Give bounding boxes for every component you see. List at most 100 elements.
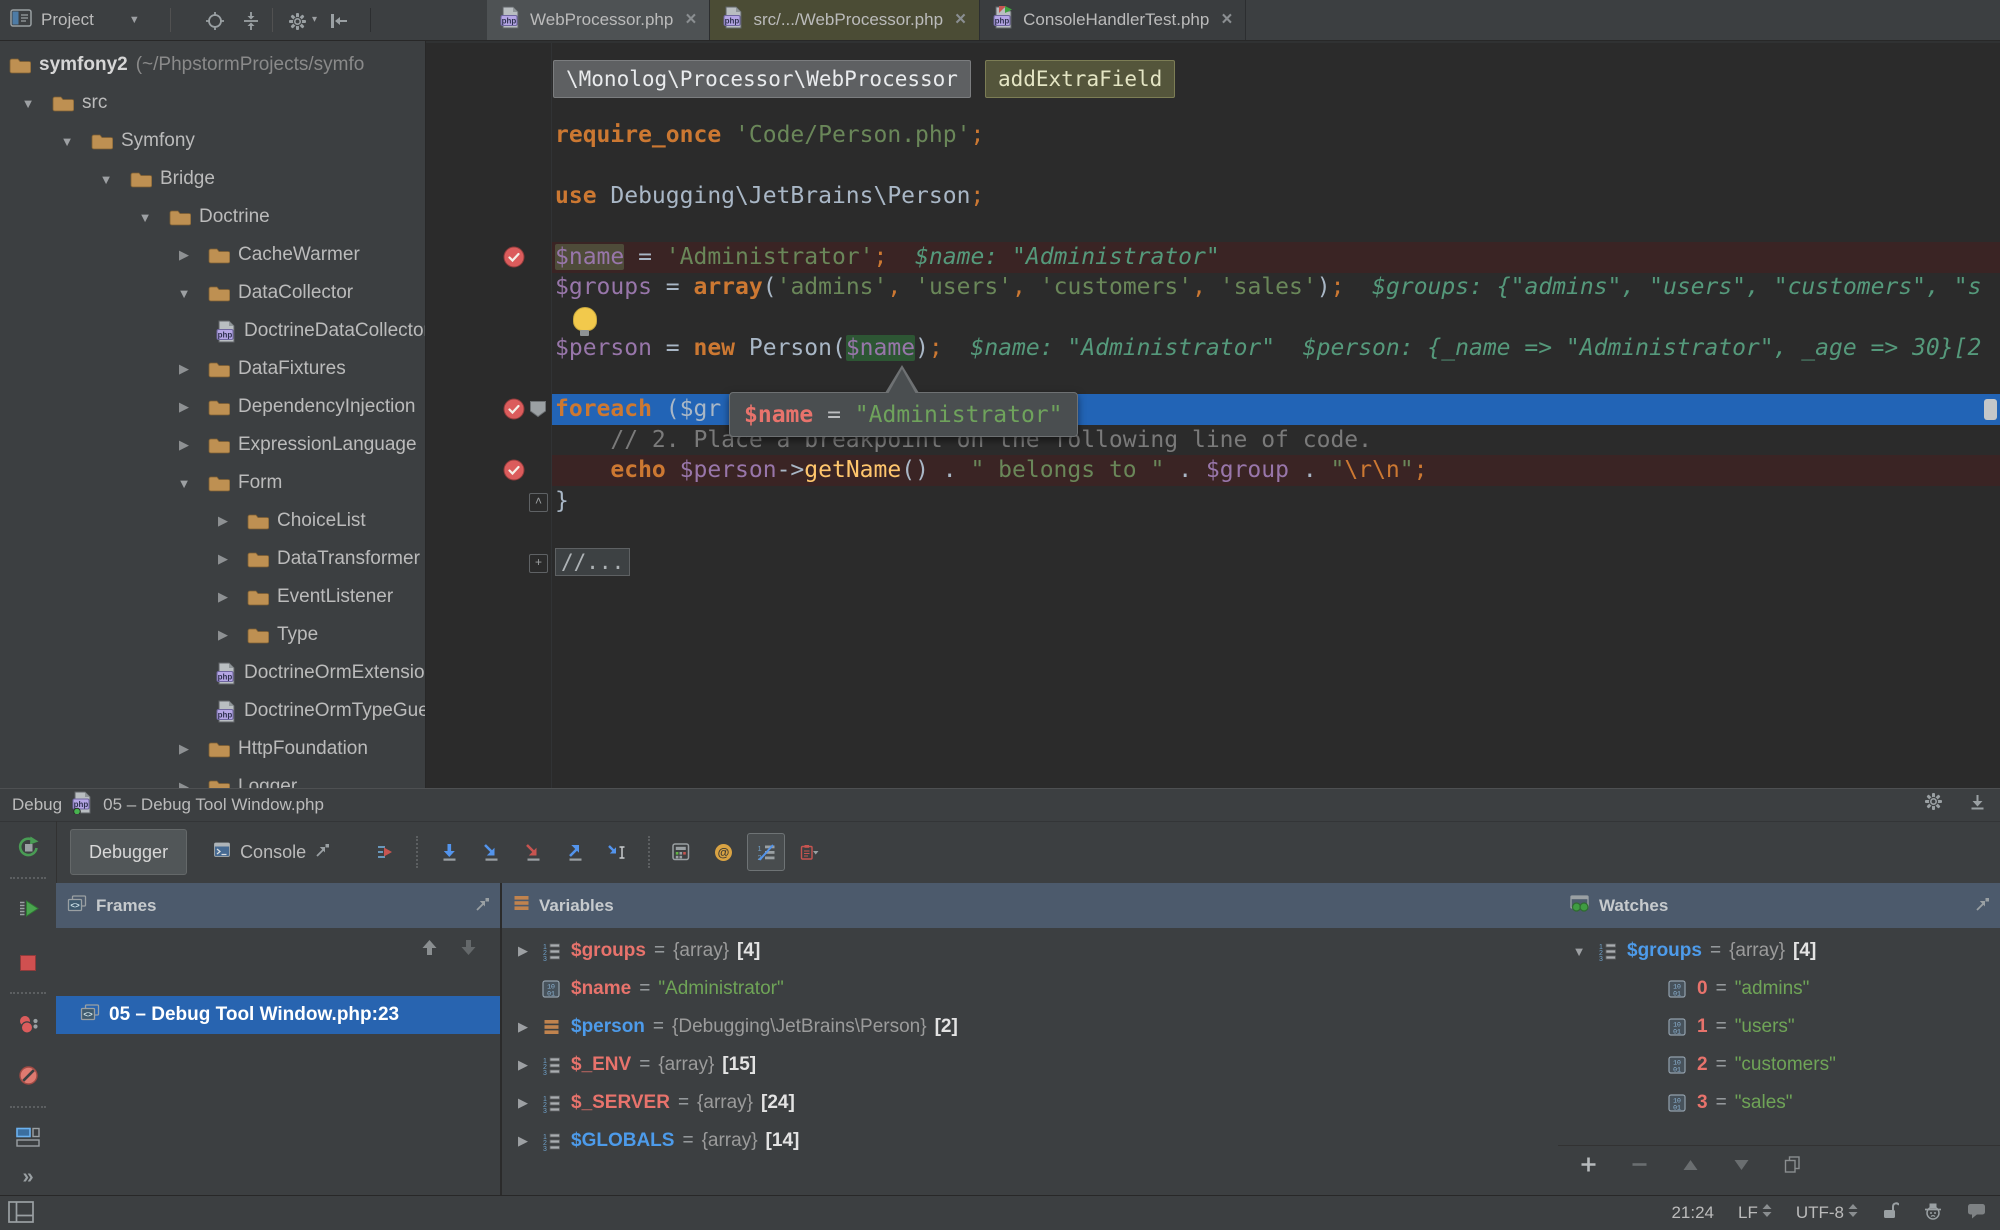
variable-row[interactable]: ▶ 1 2 3 $_SERVER = {array} [24] <box>502 1084 1612 1122</box>
next-frame-icon[interactable] <box>459 938 478 962</box>
show-execution-point-button[interactable] <box>367 834 403 870</box>
breadcrumb-class-chip[interactable]: \Monolog\Processor\WebProcessor <box>553 60 971 98</box>
editor-tab[interactable]: php src/.../WebProcessor.php × <box>710 0 981 40</box>
inline-values-toggle[interactable]: 12 <box>747 833 786 871</box>
project-tool-window-button[interactable]: Project ▼ <box>10 0 140 40</box>
chevron-collapsed-icon[interactable]: ▶ <box>169 437 199 453</box>
watch-row[interactable]: 10 01 0 = "admins" <box>1558 970 2000 1008</box>
variable-row[interactable]: ▶ 1 2 3 $_ENV = {array} [15] <box>502 1046 1612 1084</box>
duplicate-watch-button[interactable] <box>1784 1156 1801 1178</box>
resume-button[interactable] <box>18 897 39 921</box>
chevron-collapsed-icon[interactable]: ▶ <box>208 627 238 643</box>
chevron-expanded-icon[interactable]: ▼ <box>1568 944 1590 959</box>
move-watch-down-button[interactable] <box>1733 1158 1750 1177</box>
code-line[interactable]: $person = new Person($name); $name: "Adm… <box>552 333 2000 364</box>
close-tab-icon[interactable]: × <box>685 9 696 31</box>
encoding-widget[interactable]: UTF-8 <box>1796 1203 1858 1223</box>
tree-item[interactable]: ▶ HttpFoundation <box>0 730 425 768</box>
chevron-collapsed-icon[interactable]: ▶ <box>512 943 534 959</box>
tree-item[interactable]: ▼ Doctrine <box>0 198 425 236</box>
tree-item[interactable]: ▼ Form <box>0 464 425 502</box>
tree-item[interactable]: php DoctrineOrmTypeGuesser.php <box>0 692 425 730</box>
frame-row[interactable]: <> 05 – Debug Tool Window.php:23 <box>56 996 500 1034</box>
mute-breakpoints-button[interactable] <box>18 1064 39 1088</box>
tree-item[interactable]: ▶ ExpressionLanguage <box>0 426 425 464</box>
tree-item[interactable]: ▶ CacheWarmer <box>0 236 425 274</box>
tree-item[interactable]: ▼ src <box>0 84 425 122</box>
chevron-expanded-icon[interactable]: ▼ <box>169 476 199 491</box>
restore-layout-button[interactable] <box>16 1126 40 1150</box>
code-line[interactable]: } <box>552 486 2000 517</box>
breadcrumb-method-chip[interactable]: addExtraField <box>984 60 1176 98</box>
chevron-collapsed-icon[interactable]: ▶ <box>512 1095 534 1111</box>
view-breakpoints-button[interactable] <box>18 1012 39 1036</box>
close-tab-icon[interactable]: × <box>1221 9 1232 31</box>
intention-bulb-icon[interactable] <box>573 306 597 336</box>
tree-item[interactable]: ▶ Logger <box>0 768 425 788</box>
variable-row[interactable]: ▶ $person = {Debugging\JetBrains\Person} [2] <box>502 1008 1612 1046</box>
more-options-button[interactable]: » <box>22 1165 33 1189</box>
tree-item[interactable]: ▶ DataFixtures <box>0 350 425 388</box>
tree-item[interactable]: ▶ DataTransformer <box>0 540 425 578</box>
code-line[interactable]: $groups = array('admins', 'users', 'cust… <box>552 272 2000 303</box>
code-line[interactable] <box>552 364 2000 395</box>
chevron-collapsed-icon[interactable]: ▶ <box>208 513 238 529</box>
chevron-expanded-icon[interactable]: ▼ <box>91 172 121 187</box>
force-step-into-button[interactable] <box>515 834 551 870</box>
collapse-all-icon[interactable] <box>238 8 264 34</box>
gear-icon[interactable] <box>284 8 310 34</box>
caret-position[interactable]: 21:24 <box>1671 1203 1714 1223</box>
tool-window-quick-access-icon[interactable] <box>8 1201 34 1228</box>
rerun-button[interactable] <box>16 835 40 859</box>
chevron-collapsed-icon[interactable]: ▶ <box>208 551 238 567</box>
chevron-collapsed-icon[interactable]: ▶ <box>512 1019 534 1035</box>
code-line[interactable]: require_once 'Code/Person.php'; <box>552 120 2000 151</box>
add-watch-button[interactable] <box>1580 1156 1597 1178</box>
lock-icon[interactable] <box>1882 1201 1900 1225</box>
chevron-collapsed-icon[interactable]: ▶ <box>169 361 199 377</box>
chevron-collapsed-icon[interactable]: ▶ <box>169 779 199 788</box>
chevron-collapsed-icon[interactable]: ▶ <box>512 1057 534 1073</box>
tree-item[interactable]: ▶ DependencyInjection <box>0 388 425 426</box>
code-line[interactable] <box>552 303 2000 334</box>
tab-console[interactable]: Console <box>195 830 348 874</box>
code-line[interactable]: //... <box>552 547 2000 578</box>
step-out-button[interactable] <box>557 834 593 870</box>
code-line[interactable]: echo $person->getName() . " belongs to "… <box>552 455 2000 486</box>
tree-item[interactable]: ▶ EventListener <box>0 578 425 616</box>
evaluate-expression-button[interactable] <box>663 834 699 870</box>
chevron-collapsed-icon[interactable]: ▶ <box>512 1133 534 1149</box>
chevron-expanded-icon[interactable]: ▼ <box>130 210 160 225</box>
tree-item[interactable]: ▶ Type <box>0 616 425 654</box>
code-line[interactable] <box>552 211 2000 242</box>
code-line[interactable]: use Debugging\JetBrains\Person; <box>552 181 2000 212</box>
tree-item[interactable]: ▼ Symfony <box>0 122 425 160</box>
variable-row[interactable]: 10 01 $name = "Administrator" <box>502 970 1612 1008</box>
stop-button[interactable] <box>19 951 37 975</box>
tab-debugger[interactable]: Debugger <box>70 829 188 875</box>
watch-row[interactable]: ▼ 1 2 3 $groups = {array} [4] <box>1558 932 2000 970</box>
inspections-hector-icon[interactable] <box>1923 1202 1943 1225</box>
tree-item[interactable]: php DoctrineDataCollector.php <box>0 312 425 350</box>
code-line[interactable] <box>552 150 2000 181</box>
line-separator-widget[interactable]: LF <box>1738 1203 1772 1223</box>
watch-row[interactable]: 10 01 1 = "users" <box>1558 1008 2000 1046</box>
tree-item[interactable]: ▶ ChoiceList <box>0 502 425 540</box>
chevron-collapsed-icon[interactable]: ▶ <box>169 399 199 415</box>
step-into-button[interactable] <box>473 834 509 870</box>
chevron-collapsed-icon[interactable]: ▶ <box>208 589 238 605</box>
quick-evaluate-button[interactable]: @ <box>705 834 741 870</box>
move-watch-up-button[interactable] <box>1682 1158 1699 1177</box>
previous-frame-icon[interactable] <box>420 938 439 962</box>
hide-tool-window-icon[interactable] <box>1969 793 1986 815</box>
step-over-button[interactable] <box>431 834 467 870</box>
variable-row[interactable]: ▶ 1 2 3 $GLOBALS = {array} [14] <box>502 1122 1612 1160</box>
event-log-bubble-icon[interactable] <box>1967 1202 1986 1224</box>
chevron-collapsed-icon[interactable]: ▶ <box>169 247 199 263</box>
dump-threads-button[interactable] <box>791 834 827 870</box>
tree-item[interactable]: ▼ Bridge <box>0 160 425 198</box>
editor-tab[interactable]: php ConsoleHandlerTest.php × <box>980 0 1247 40</box>
fold-expand-marker[interactable]: + <box>529 553 548 573</box>
watch-row[interactable]: 10 01 2 = "customers" <box>1558 1046 2000 1084</box>
watch-row[interactable]: 10 01 3 = "sales" <box>1558 1084 2000 1122</box>
